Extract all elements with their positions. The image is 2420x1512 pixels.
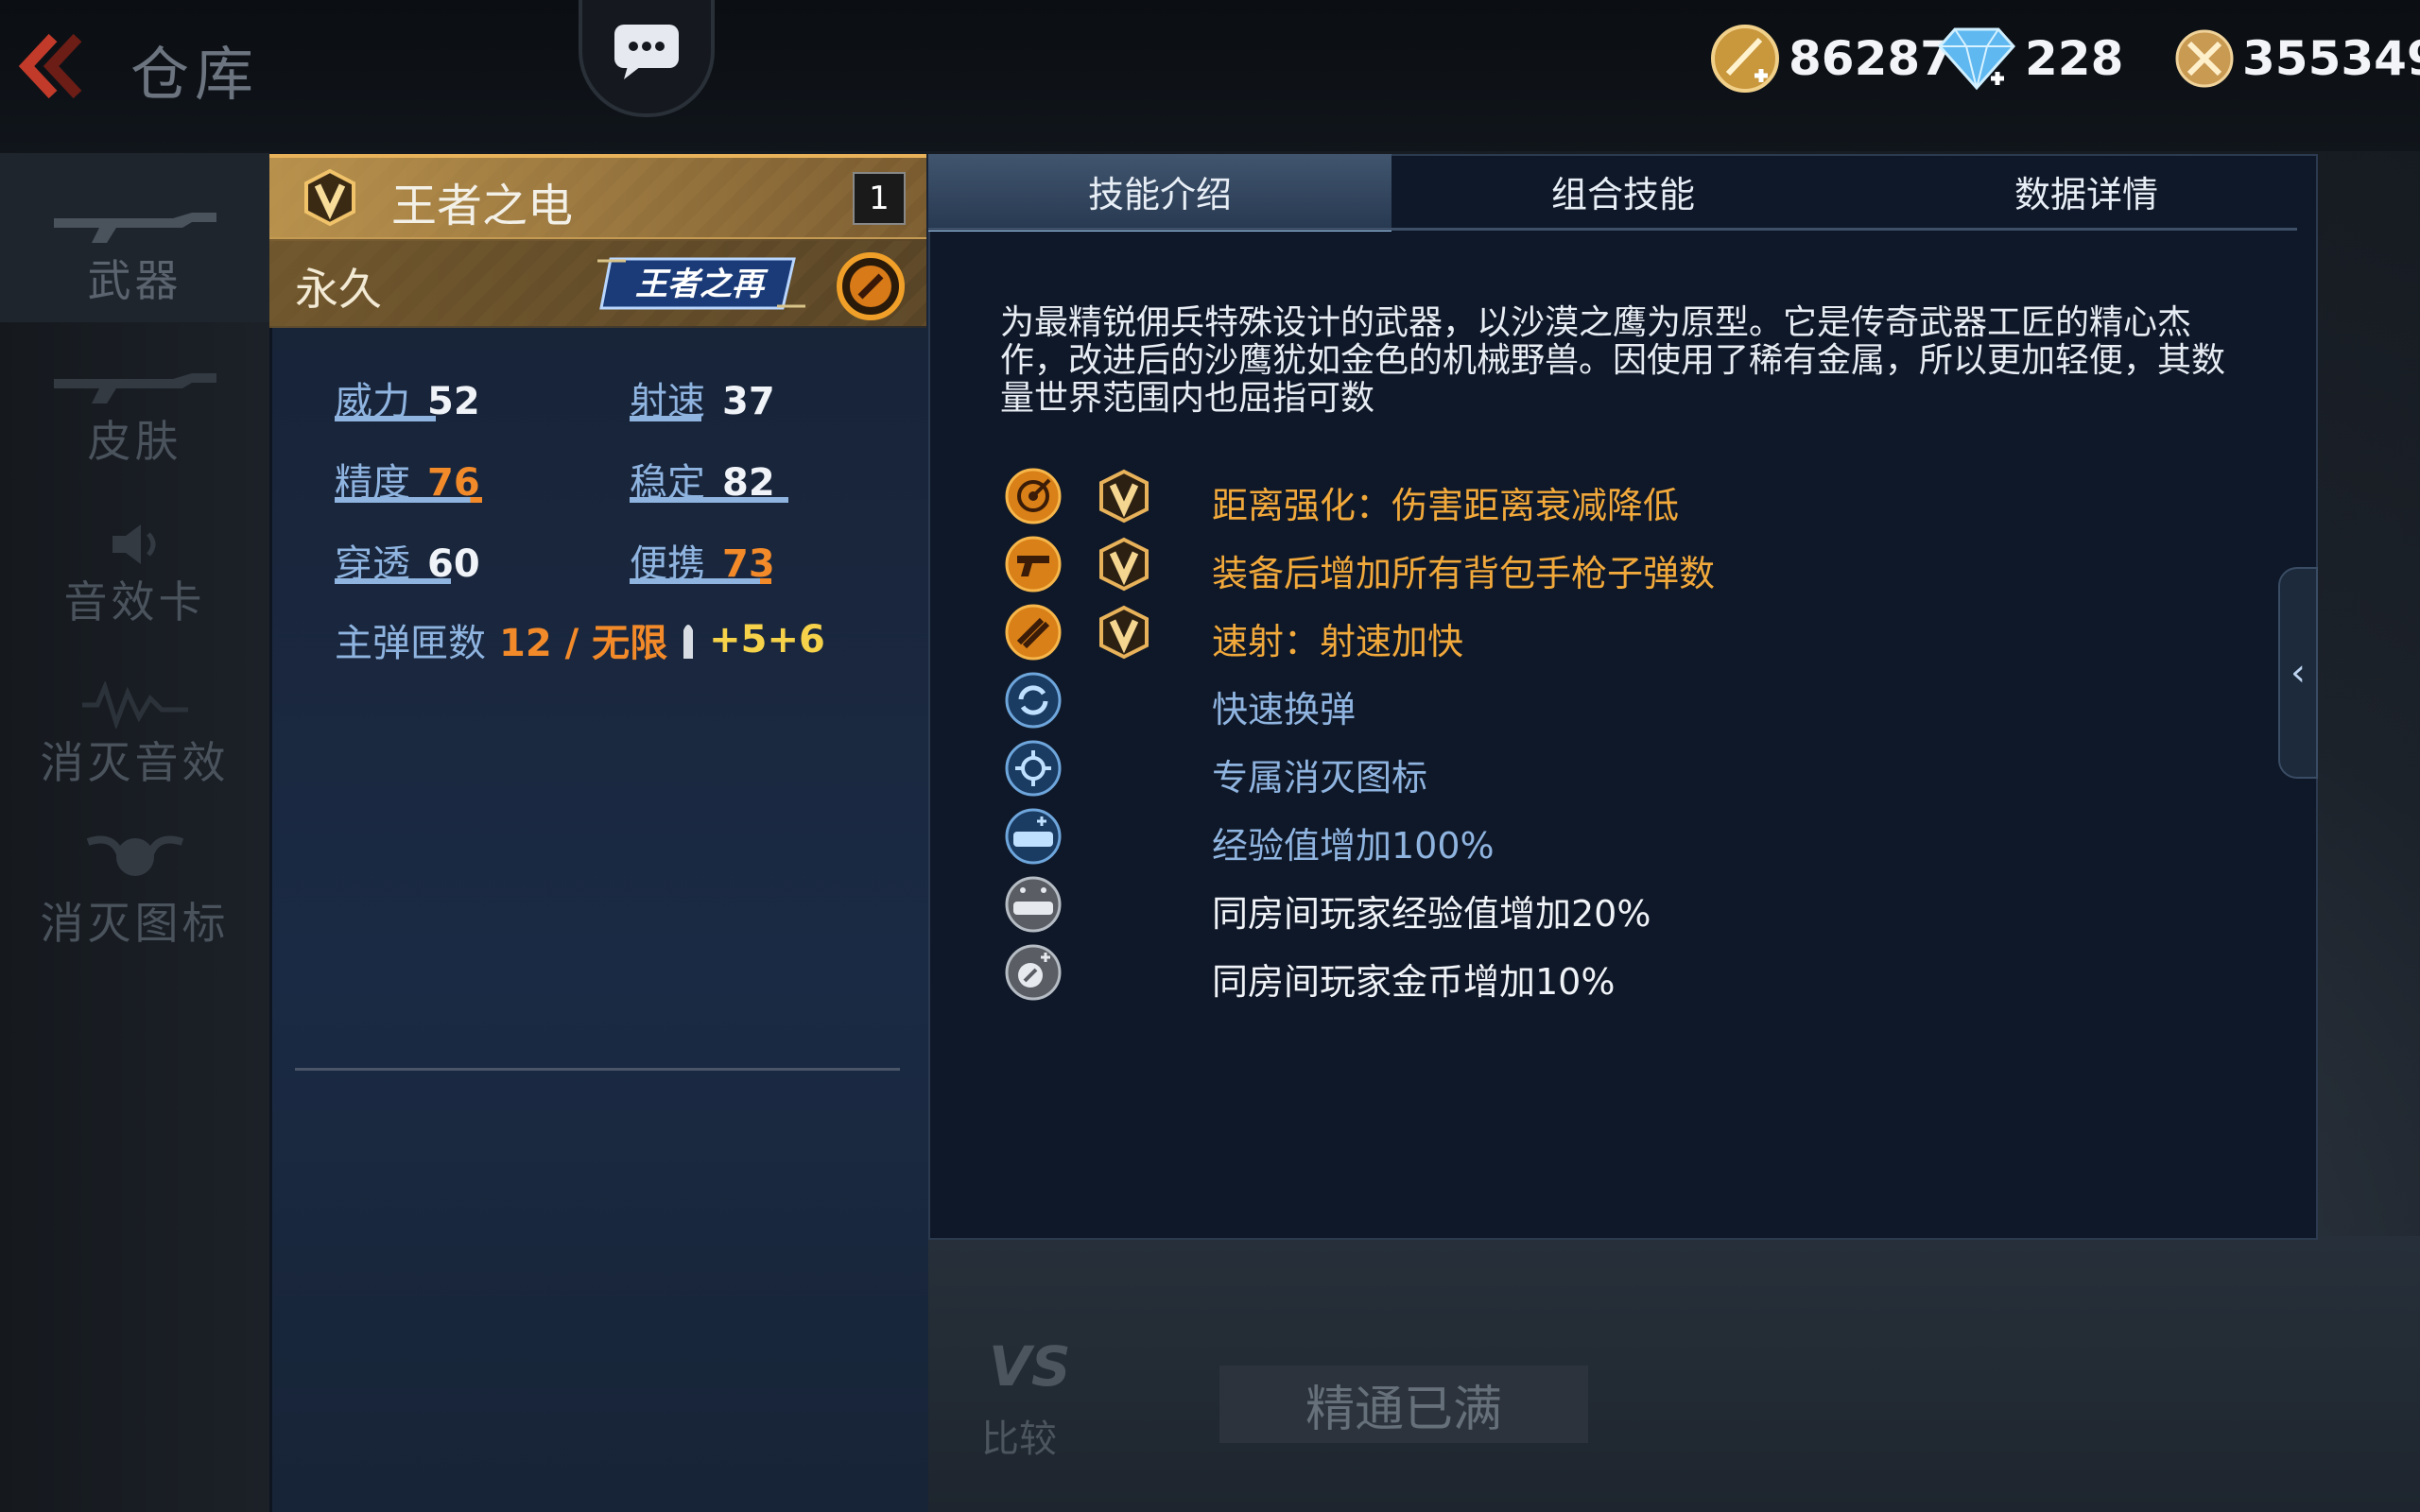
chat-bubble-icon [614,25,679,79]
skill-text: 经验值增加100% [1212,825,1495,867]
gold-amount: 86287 [1789,31,1953,86]
stat-bar [630,497,788,503]
v-rank-icon [304,168,355,227]
stat-bar [335,497,482,503]
exp-icon [1005,808,1062,865]
diamond-icon [1937,27,2016,91]
weapon-description: 为最精锐佣兵特殊设计的武器，以沙漠之鹰为原型。它是传奇武器工匠的精心杰作，改进后… [1000,303,2226,418]
sidebar-item-label: 音效卡 [63,576,206,627]
sidebar-item-kill-sound[interactable]: 消灭音效 [0,635,269,793]
honor-coin-icon [2175,29,2234,88]
bullet-icon [683,625,694,659]
reload-icon [1005,672,1062,729]
brand-logo-text: 王者之再 [635,266,769,303]
v-badge-icon [1099,469,1149,524]
page-title: 仓库 [130,40,260,109]
compare-vs-icon[interactable]: VS [989,1334,1071,1399]
rifle-icon [53,213,216,243]
tab-skill-intro[interactable]: 技能介绍 [928,154,1392,232]
skull-wings-icon [86,835,183,876]
ammo-label: 主弹匣数 [335,622,486,665]
tab-bar: 技能介绍 组合技能 数据详情 [928,154,2297,232]
skill-text: 装备后增加所有背包手枪子弹数 [1212,553,1716,594]
tab-underline [928,228,2297,231]
compare-label: 比较 [981,1418,1057,1461]
rapid-fire-icon [1005,604,1062,661]
gold-coin-icon [1711,25,1779,93]
speaker-icon [112,524,155,564]
skill-text: 专属消灭图标 [1212,757,1428,799]
diamond-amount: 228 [2025,31,2124,86]
sidebar-item-label: 皮肤 [87,416,182,467]
honor-currency[interactable]: 355349 [2174,21,2420,96]
kill-icon-icon [1005,740,1062,797]
ammo-value: 12 / 无限 [499,622,668,665]
card-divider [295,1068,900,1071]
weapon-duration: 永久 [295,264,382,315]
rank-badge: 1 [853,172,906,225]
brand-logo: 王者之再 [597,251,805,316]
rifle-skin-icon [53,373,216,404]
bottom-bar [928,1236,2420,1512]
ammo-bonus: +5+6 [709,618,825,662]
weapon-name: 王者之电 [391,180,574,232]
diamond-currency[interactable]: 228 [1936,21,2123,96]
sidebar-item-weapon[interactable]: 武器 [0,153,269,322]
mastery-status: 精通已满 [1219,1366,1588,1443]
skill-text: 同房间玩家金币增加10% [1212,961,1616,1003]
stat-bar [335,416,436,421]
weapon-card [269,154,929,1512]
v-badge-icon [1099,537,1149,592]
double-chevron-left-icon [18,33,82,99]
gold-currency[interactable]: 86287 [1709,21,1953,96]
range-target-icon [1005,468,1062,524]
pistol-icon [1005,536,1062,593]
room-exp-icon [1005,876,1062,933]
v-badge-icon [1099,605,1149,660]
sound-wave-icon [81,681,188,729]
back-button[interactable] [11,28,87,104]
ammo-row: 主弹匣数 12 / 无限 +5+6 [335,612,825,667]
category-sidebar: 武器 皮肤 音效卡 消灭音效 消灭图标 [0,153,269,1512]
sidebar-item-label: 武器 [87,255,182,306]
skill-text: 速射：射速加快 [1212,621,1464,662]
stat-bar [630,578,771,584]
sidebar-item-sound-card[interactable]: 音效卡 [0,474,269,634]
collapse-panel-button[interactable]: ‹ [2278,567,2318,779]
sidebar-item-kill-icon[interactable]: 消灭图标 [0,796,269,954]
chevron-left-icon: ‹ [2290,651,2306,695]
stat-value: 37 [722,380,775,423]
tab-data-details[interactable]: 数据详情 [1855,154,2318,228]
skill-text: 快速换弹 [1212,689,1357,730]
skill-text: 同房间玩家经验值增加20% [1212,893,1651,935]
sidebar-item-skin[interactable]: 皮肤 [0,314,269,481]
stat-bar [335,578,451,584]
weapon-title-bar [269,154,926,241]
skill-text: 距离强化：伤害距离衰减降低 [1212,485,1680,526]
special-item-icon[interactable] [836,251,906,321]
tab-combo-skill[interactable]: 组合技能 [1392,154,1855,228]
room-coin-icon [1005,944,1062,1001]
brand-logo-icon: 王者之再 [597,257,805,310]
sidebar-item-label: 消灭音效 [40,737,230,788]
stat-bar [630,416,701,421]
honor-amount: 355349 [2242,31,2420,86]
sidebar-item-label: 消灭图标 [40,898,230,949]
